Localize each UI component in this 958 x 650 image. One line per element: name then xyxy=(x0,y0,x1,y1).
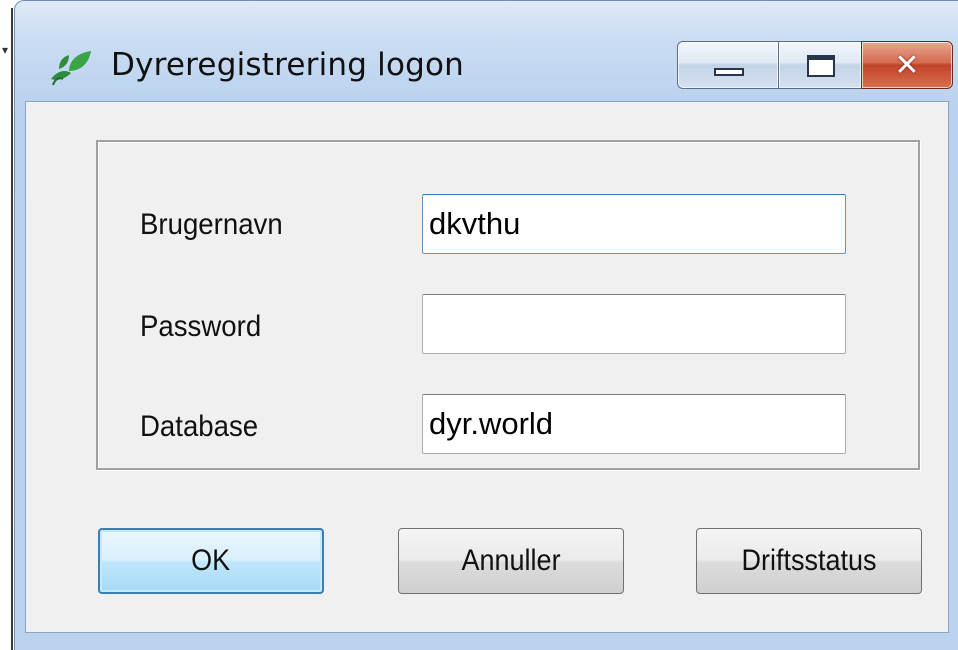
background-arrow-icon: ▾ xyxy=(2,43,9,57)
leaf-icon xyxy=(51,51,91,86)
close-button[interactable]: ✕ xyxy=(861,41,953,89)
password-label: Password xyxy=(140,310,262,343)
window-title: Dyreregistrering logon xyxy=(111,47,465,83)
credentials-group: Brugernavn Password Database xyxy=(96,140,920,470)
database-input[interactable] xyxy=(422,394,846,454)
minimize-icon xyxy=(714,68,744,76)
status-button[interactable]: Driftsstatus xyxy=(696,528,922,594)
background-window-edge: ▾ xyxy=(0,0,14,650)
ok-button[interactable]: OK xyxy=(98,528,324,594)
status-button-label: Driftsstatus xyxy=(741,544,877,577)
dialog-client-area: Brugernavn Password Database OK Annuller… xyxy=(25,101,949,633)
cancel-button[interactable]: Annuller xyxy=(398,528,624,594)
title-bar[interactable]: Dyreregistrering logon ✕ xyxy=(15,1,958,101)
close-icon: ✕ xyxy=(894,47,920,83)
background-border-line xyxy=(11,8,13,650)
password-input[interactable] xyxy=(422,294,846,354)
username-input[interactable] xyxy=(422,194,846,254)
cancel-button-label: Annuller xyxy=(461,544,561,577)
maximize-button[interactable] xyxy=(778,41,862,89)
database-label: Database xyxy=(140,410,259,443)
ok-button-label: OK xyxy=(191,544,231,577)
minimize-button[interactable] xyxy=(677,41,779,89)
logon-dialog: Dyreregistrering logon ✕ Brugernavn Pass… xyxy=(14,0,958,650)
username-label: Brugernavn xyxy=(140,208,283,241)
maximize-icon xyxy=(807,55,835,77)
